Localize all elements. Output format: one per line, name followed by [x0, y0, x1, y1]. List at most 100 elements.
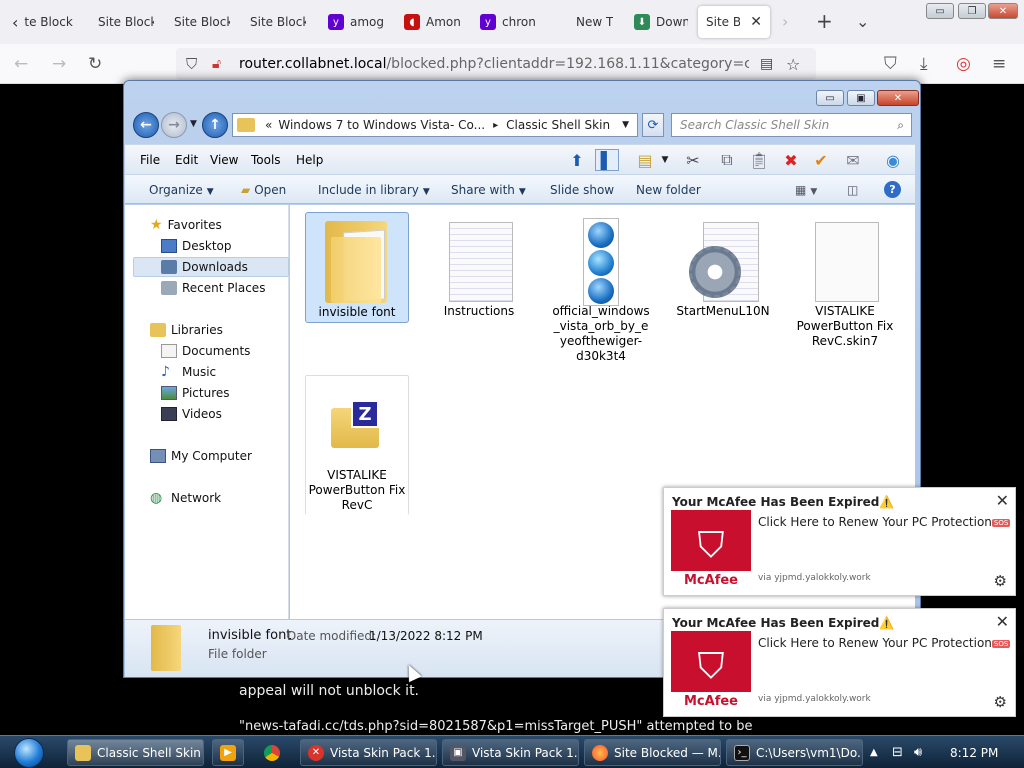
- notification-popup[interactable]: Your McAfee Has Been Expired⚠️ ⛉ McAfee …: [663, 608, 1016, 717]
- recent-locations-chevron-icon[interactable]: ▼: [190, 119, 197, 129]
- nav-documents[interactable]: Documents: [161, 341, 250, 361]
- browser-tab[interactable]: y amog: [320, 6, 392, 38]
- browser-tab[interactable]: New T: [568, 6, 624, 38]
- forward-button[interactable]: →: [161, 112, 187, 138]
- maximize-button[interactable]: ▣: [847, 90, 875, 106]
- copy-icon[interactable]: ⧉: [715, 149, 739, 171]
- nav-libraries[interactable]: Libraries: [150, 320, 223, 340]
- open-button[interactable]: ▰ Open: [241, 183, 286, 197]
- close-icon[interactable]: ✕: [996, 491, 1009, 510]
- menu-tools[interactable]: Tools: [251, 153, 281, 167]
- browser-tab[interactable]: ◖ Amon: [396, 6, 468, 38]
- new-tab-icon[interactable]: +: [816, 9, 833, 33]
- browser-tab[interactable]: ‹ te Block: [4, 6, 84, 38]
- taskbar-media-player[interactable]: ▶: [212, 739, 244, 766]
- close-tab-icon[interactable]: ✕: [750, 14, 762, 30]
- extension-icon[interactable]: ◎: [956, 54, 971, 74]
- taskbar-explorer[interactable]: Classic Shell Skin: [67, 739, 204, 766]
- nav-network[interactable]: ◍ Network: [150, 488, 221, 508]
- file-item-skin[interactable]: VISTALIKE PowerButton Fix RevC.skin7: [793, 212, 897, 351]
- tab-scroll-right-icon[interactable]: ›: [782, 12, 788, 31]
- pocket-icon[interactable]: ⛉: [884, 54, 897, 74]
- delete-icon[interactable]: ✖: [779, 149, 803, 171]
- breadcrumb-segment[interactable]: Windows 7 to Windows Vista- Co...: [278, 118, 485, 132]
- browser-tab[interactable]: ⬇ Down: [626, 6, 696, 38]
- panes-toggle-icon[interactable]: ▌: [595, 149, 619, 171]
- close-icon[interactable]: ✕: [996, 612, 1009, 631]
- reload-icon[interactable]: ↻: [88, 54, 102, 74]
- taskbar-vista-skin-pack[interactable]: ▣ Vista Skin Pack 1....: [442, 739, 579, 766]
- shield-icon[interactable]: ⛉: [186, 55, 197, 73]
- browser-minimize-button[interactable]: ▭: [926, 3, 954, 19]
- nav-favorites[interactable]: ★ Favorites: [150, 215, 222, 235]
- paste-icon[interactable]: 📋︎: [747, 149, 771, 171]
- email-icon[interactable]: ✉: [841, 149, 865, 171]
- menu-help[interactable]: Help: [296, 153, 323, 167]
- taskbar-chrome[interactable]: [256, 739, 292, 766]
- nav-desktop[interactable]: Desktop: [161, 236, 232, 256]
- chevron-down-icon[interactable]: ⌄: [856, 12, 869, 31]
- volume-icon[interactable]: 🔊︎: [914, 745, 922, 760]
- browser-tab[interactable]: y chron: [472, 6, 544, 38]
- slide-show-button[interactable]: Slide show: [550, 183, 614, 197]
- popup-message[interactable]: Click Here to Renew Your PC Protection SO…: [758, 636, 1011, 650]
- taskbar-cmd[interactable]: ›_ C:\Users\vm1\Do...: [726, 739, 863, 766]
- downloads-icon[interactable]: ⤓: [920, 54, 928, 74]
- nav-videos[interactable]: Videos: [161, 404, 222, 424]
- network-tray-icon[interactable]: ⊟: [892, 745, 903, 760]
- bookmark-star-icon[interactable]: ☆: [786, 55, 800, 74]
- insecure-lock-icon[interactable]: 🔓︎: [212, 56, 221, 72]
- hamburger-menu-icon[interactable]: ≡: [992, 54, 1006, 74]
- breadcrumb-segment[interactable]: Classic Shell Skin: [506, 118, 610, 132]
- browser-tab[interactable]: Site Block: [90, 6, 162, 38]
- file-item-text[interactable]: Instructions: [427, 212, 531, 321]
- organize-button[interactable]: Organize ▼: [149, 183, 214, 197]
- search-input[interactable]: Search Classic Shell Skin ⌕: [671, 113, 912, 137]
- preview-pane-icon[interactable]: ◫: [847, 183, 858, 197]
- nav-recent-places[interactable]: Recent Places: [161, 278, 265, 298]
- address-dropdown-icon[interactable]: ▼: [622, 120, 629, 130]
- file-item-settings[interactable]: StartMenuL10N: [671, 212, 775, 321]
- forward-icon[interactable]: →: [52, 54, 66, 74]
- address-bar[interactable]: « Windows 7 to Windows Vista- Co... ▸ Cl…: [232, 113, 638, 137]
- nav-pictures[interactable]: Pictures: [161, 383, 230, 403]
- close-button[interactable]: ✕: [877, 90, 919, 106]
- refresh-icon[interactable]: ⟳: [642, 113, 664, 137]
- taskbar-vista-skin-pack[interactable]: ✕ Vista Skin Pack 1....: [300, 739, 437, 766]
- share-with-button[interactable]: Share with ▼: [451, 183, 526, 197]
- help-icon[interactable]: ?: [884, 181, 901, 198]
- menu-edit[interactable]: Edit: [175, 153, 198, 167]
- popup-message[interactable]: Click Here to Renew Your PC Protection SO…: [758, 515, 1011, 529]
- browser-tab-active[interactable]: Site Blo ✕: [698, 6, 770, 38]
- gear-icon[interactable]: ⚙: [994, 693, 1007, 711]
- url-text[interactable]: router.collabnet.local/blocked.php?clien…: [239, 56, 749, 72]
- up-button[interactable]: ↑: [202, 112, 228, 138]
- include-in-library-button[interactable]: Include in library ▼: [318, 183, 430, 197]
- change-view-icon[interactable]: ▦ ▼: [795, 183, 817, 197]
- new-folder-button[interactable]: New folder: [636, 183, 701, 197]
- minimize-button[interactable]: ▭: [816, 90, 844, 106]
- cut-icon[interactable]: ✂: [681, 149, 705, 171]
- nav-downloads[interactable]: Downloads: [133, 257, 289, 277]
- clock[interactable]: 8:12 PM: [950, 746, 998, 760]
- browser-tab[interactable]: Site Block: [166, 6, 238, 38]
- folder-options-dropdown-icon[interactable]: ▼: [653, 149, 677, 171]
- gear-icon[interactable]: ⚙: [994, 572, 1007, 590]
- back-button[interactable]: ←: [133, 112, 159, 138]
- back-icon[interactable]: ←: [14, 54, 28, 74]
- reader-view-icon[interactable]: ▤: [760, 56, 773, 72]
- browser-tab[interactable]: Site Block: [242, 6, 314, 38]
- file-item-zip[interactable]: Z VISTALIKE PowerButton Fix RevC: [305, 375, 409, 515]
- nav-my-computer[interactable]: My Computer: [150, 446, 252, 466]
- taskbar-firefox[interactable]: Site Blocked — M...: [584, 739, 721, 766]
- menu-file[interactable]: File: [140, 153, 160, 167]
- tab-scroll-left-icon[interactable]: ‹: [12, 13, 18, 32]
- globe-icon[interactable]: ◉: [881, 149, 905, 171]
- nav-music[interactable]: ♪ Music: [161, 362, 216, 382]
- up-folder-icon[interactable]: ⬆: [565, 149, 589, 171]
- menu-view[interactable]: View: [210, 153, 238, 167]
- url-bar[interactable]: ⛉ 🔓︎ router.collabnet.local/blocked.php?…: [176, 48, 816, 80]
- file-item-folder[interactable]: invisible font: [305, 212, 409, 323]
- file-item-image[interactable]: official_windows_vista_orb_by_eyeofthewi…: [549, 212, 653, 366]
- browser-restore-button[interactable]: ❐: [958, 3, 986, 19]
